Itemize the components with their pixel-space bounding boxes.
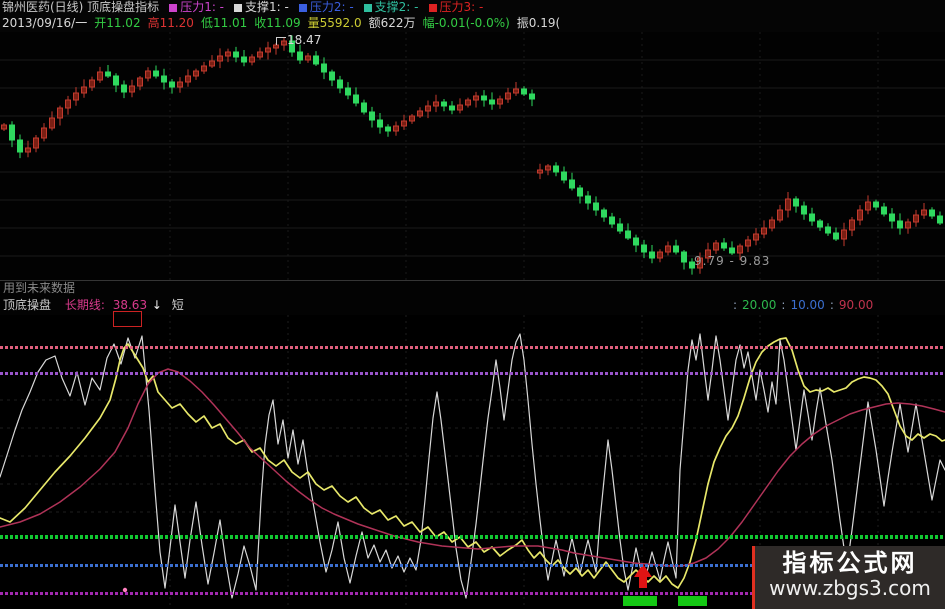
signal-block xyxy=(678,596,707,606)
watermark: 指标公式网 www.zbgs3.com xyxy=(752,546,945,609)
level-line-upper-purple xyxy=(0,372,945,375)
level-values: :20.00:10.00:90.00 xyxy=(728,296,873,314)
candle-chart-panel[interactable]: 18.47 9.79 - 9.83 xyxy=(0,32,945,280)
buy-arrow-icon xyxy=(634,564,652,588)
quote-row: 2013/09/16/一 开11.02 高11.20 低11.01 收11.09 量559… xyxy=(2,16,567,31)
param-highlight-box xyxy=(113,311,142,327)
down-arrow-icon: ↓ xyxy=(151,298,162,312)
title-row: 锦州医药(日线) 顶底操盘指标 压力1: - 支撑1: - 压力2: - 支撑2: -压… xyxy=(2,0,483,15)
peak-marker-icon xyxy=(276,36,286,45)
info-bar: 锦州医药(日线) 顶底操盘指标 压力1: - 支撑1: - 压力2: - 支撑2: -压… xyxy=(0,0,945,32)
indicator-legend: 压力1: - 支撑1: - 压力2: - 支撑2: - 压力3: - xyxy=(159,0,483,14)
legend-item-label: 支撑2: - xyxy=(374,0,419,14)
quote-field: 额622万 xyxy=(368,16,416,30)
quote-field: 2013/09/16/一 xyxy=(2,16,88,30)
legend-color-icon xyxy=(234,3,243,12)
quote-field: 量5592.0 xyxy=(307,16,362,30)
level-separator: : xyxy=(733,298,738,312)
level-separator: : xyxy=(829,298,834,312)
chart-title: 锦州医药(日线) 顶底操盘指标 xyxy=(2,0,160,14)
legend-color-icon xyxy=(428,3,437,12)
legend-color-icon xyxy=(363,3,372,12)
legend-item-label: 压力1: - xyxy=(180,0,225,14)
watermark-title: 指标公式网 xyxy=(782,549,918,577)
legend-item: 压力3: - xyxy=(428,0,484,14)
watermark-url: www.zbgs3.com xyxy=(769,576,931,600)
level-line-lower-magenta xyxy=(0,592,752,595)
quote-field: 低11.01 xyxy=(200,16,248,30)
candle-chart xyxy=(0,32,945,280)
trading-app-window: 锦州医药(日线) 顶底操盘指标 压力1: - 支撑1: - 压力2: - 支撑2: -压… xyxy=(0,0,945,609)
quote-field: 收11.09 xyxy=(254,16,301,30)
future-data-notice: 用到未来数据 xyxy=(0,280,945,296)
level-line-upper-pink xyxy=(0,346,945,349)
legend-color-icon xyxy=(169,3,178,12)
legend-item: 支撑2: - xyxy=(363,0,419,14)
level-separator: : xyxy=(781,298,786,312)
legend-item: 压力1: - xyxy=(169,0,224,14)
level-value: 10.00 xyxy=(790,298,825,312)
legend-item-label: 压力3: - xyxy=(439,0,484,14)
legend-color-icon xyxy=(298,3,307,12)
level-line-lower-green xyxy=(0,535,945,539)
level-line-lower-blue xyxy=(0,564,752,567)
price-range-label: 9.79 - 9.83 xyxy=(694,254,771,268)
legend-item: 压力2: - xyxy=(298,0,354,14)
quote-field: 幅-0.01(-0.0%) xyxy=(422,16,510,30)
quote-field: 高11.20 xyxy=(147,16,194,30)
legend-item-label: 支撑1: - xyxy=(245,0,289,14)
indicator-name: 顶底操盘 xyxy=(3,298,52,312)
quote-field: 开11.02 xyxy=(94,16,141,30)
quote-field: 振0.19( xyxy=(516,16,561,30)
param-suffix: 短 xyxy=(171,298,184,312)
peak-price-label: 18.47 xyxy=(276,33,321,47)
param-label: 长期线: xyxy=(64,298,105,312)
legend-item: 支撑1: - xyxy=(234,0,289,14)
level-value: 90.00 xyxy=(838,298,874,312)
legend-item-label: 压力2: - xyxy=(309,0,354,14)
signal-block xyxy=(623,596,657,606)
level-value: 20.00 xyxy=(742,298,777,312)
param-value: 38.63 xyxy=(112,298,148,312)
peak-price-value: 18.47 xyxy=(287,33,322,47)
